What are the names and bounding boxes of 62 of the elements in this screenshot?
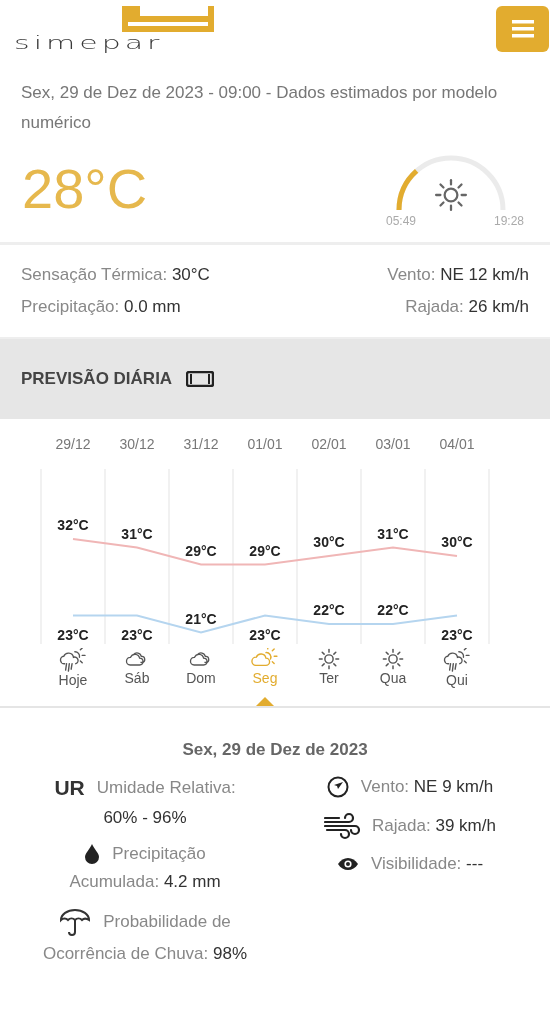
temperature-label: 30°C bbox=[313, 534, 345, 550]
day-tab[interactable]: Dom bbox=[186, 670, 216, 686]
menu-icon bbox=[511, 20, 534, 38]
wind-icon bbox=[324, 812, 361, 840]
temperature-label: 23°C bbox=[441, 626, 473, 643]
detail-value: 60% - 96% bbox=[103, 808, 187, 828]
sun-icon bbox=[434, 178, 468, 212]
day-tab[interactable]: Sáb bbox=[124, 670, 150, 686]
temperature-label: 31°C bbox=[121, 525, 153, 542]
phone-rotate-icon bbox=[186, 371, 215, 387]
day-tab[interactable]: Hoje bbox=[58, 672, 88, 688]
temperature-label: 32°C bbox=[57, 517, 89, 533]
forecast-date: 30/12 bbox=[119, 436, 155, 452]
temperature-label: 30°C bbox=[441, 534, 473, 550]
day-tab[interactable]: Qua bbox=[379, 670, 407, 686]
rain-icon bbox=[442, 648, 472, 672]
logo-text: simepar bbox=[14, 34, 164, 52]
humidity-abbreviation: UR bbox=[54, 776, 85, 800]
temperature-label: 29°C bbox=[185, 542, 217, 559]
rain-icon bbox=[58, 648, 88, 672]
detail-label: Umidade Relativa: bbox=[96, 778, 236, 798]
condition-text: Sensação Térmica: 30°C bbox=[21, 265, 210, 285]
compass-icon bbox=[326, 776, 349, 798]
temperature-label: 31°C bbox=[377, 525, 409, 542]
forecast-subtitle: Sex, 29 de Dez de 2023 - 09:00 - Dados estimados por modelo numérico bbox=[20, 82, 499, 134]
detail-text: Vento: NE 9 km/h bbox=[360, 777, 494, 797]
detail-text: Acumulada: 4.2 mm bbox=[69, 872, 221, 892]
forecast-date: 29/12 bbox=[55, 436, 91, 452]
forecast-date: 01/01 bbox=[247, 436, 283, 452]
section-title: PREVISÃO DIÁRIA bbox=[21, 369, 173, 389]
temperature-label: 21°C bbox=[185, 610, 217, 627]
temperature-label: 23°C bbox=[57, 626, 89, 643]
forecast-date: 31/12 bbox=[183, 436, 219, 452]
forecast-date: 02/01 bbox=[311, 436, 347, 452]
condition-text: Precipitação: 0.0 mm bbox=[21, 297, 182, 317]
day-tab[interactable]: Ter bbox=[319, 670, 339, 686]
eye-icon bbox=[336, 857, 359, 871]
sun-icon bbox=[318, 648, 340, 670]
forecast-date: 04/01 bbox=[439, 436, 475, 452]
sun-icon bbox=[382, 648, 404, 670]
condition-text: Rajada: 26 km/h bbox=[404, 297, 529, 317]
sunrise-time: 05:49 bbox=[386, 214, 417, 228]
temperature-label: 22°C bbox=[313, 602, 345, 618]
detail-date: Sex, 29 de Dez de 2023 bbox=[181, 740, 369, 760]
detail-text: Rajada: 39 km/h bbox=[372, 816, 496, 836]
umbrella-icon bbox=[59, 908, 92, 936]
temperature-label: 29°C bbox=[249, 542, 281, 559]
detail-label: Probabilidade de bbox=[103, 912, 231, 932]
temperature-label: 23°C bbox=[121, 626, 153, 643]
sunset-time: 19:28 bbox=[493, 214, 524, 228]
menu-button[interactable] bbox=[496, 6, 549, 52]
drop-icon bbox=[84, 844, 101, 864]
detail-text: Visibilidade: --- bbox=[370, 854, 484, 874]
condition-text: Vento: NE 12 km/h bbox=[387, 265, 529, 285]
detail-label: Precipitação bbox=[112, 844, 206, 864]
temperature-label: 22°C bbox=[377, 602, 409, 618]
temperature-label: 23°C bbox=[249, 626, 281, 643]
current-temperature: 28°C bbox=[22, 155, 148, 221]
day-tab[interactable]: Qui bbox=[446, 672, 468, 688]
selection-pointer bbox=[256, 697, 274, 706]
detail-text: Ocorrência de Chuva: 98% bbox=[42, 944, 248, 964]
forecast-date: 03/01 bbox=[375, 436, 411, 452]
